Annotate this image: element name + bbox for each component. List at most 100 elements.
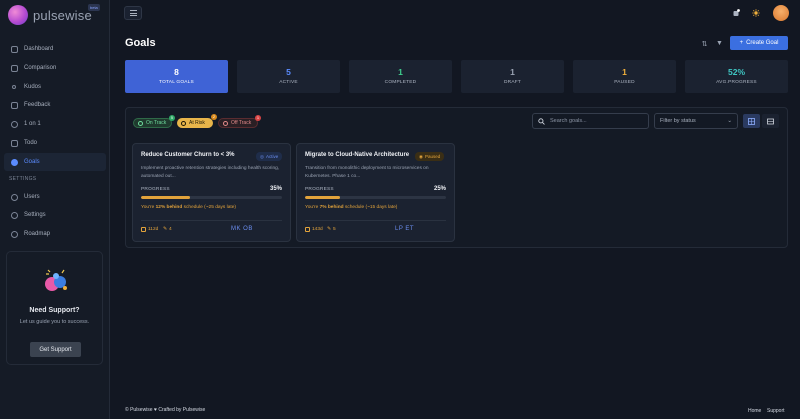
- progress-fill: [141, 196, 191, 199]
- one-on-one-icon: [11, 120, 18, 128]
- theme-sun-icon[interactable]: [752, 9, 760, 17]
- filter-on-track[interactable]: On Track 5: [133, 115, 175, 128]
- sidebar-item-users[interactable]: Users: [4, 188, 106, 206]
- roadmap-icon: [11, 230, 18, 238]
- sidebar-item-1on1[interactable]: 1 on 1: [4, 115, 106, 133]
- search-box[interactable]: [532, 113, 649, 129]
- filter-at-risk[interactable]: At Risk 2: [177, 114, 217, 128]
- plus-icon: +: [739, 40, 744, 46]
- notification-bell-icon[interactable]: [732, 9, 740, 17]
- sidebar-item-label: Users: [24, 194, 40, 200]
- stat-active[interactable]: 5 ACTIVE: [237, 60, 340, 93]
- users-icon: [11, 193, 18, 201]
- sidebar-item-feedback[interactable]: Feedback: [4, 96, 106, 114]
- behind-amount: 7% behind: [319, 205, 344, 210]
- stat-value: 5: [286, 67, 291, 77]
- goal-card[interactable]: Reduce Customer Churn to < 3% ◎ Active I…: [132, 143, 291, 242]
- sidebar-item-label: Goals: [24, 159, 40, 165]
- sidebar-item-settings[interactable]: Settings: [4, 206, 106, 224]
- status-filter-select[interactable]: Filter by status ⌄: [654, 113, 738, 129]
- calendar-icon: [141, 227, 146, 232]
- create-goal-button[interactable]: + Create Goal: [730, 36, 788, 50]
- on-track-icon: [138, 120, 143, 126]
- filter-icon[interactable]: ▼: [714, 38, 725, 49]
- list-view-button[interactable]: [762, 114, 779, 128]
- support-text: Let us guide you to success.: [19, 319, 90, 325]
- sort-icon[interactable]: ⇅: [699, 38, 710, 49]
- menu-icon: [129, 10, 137, 11]
- divider: [305, 220, 446, 221]
- sidebar-item-label: Feedback: [24, 102, 51, 108]
- sidebar-item-label: 1 on 1: [24, 121, 41, 127]
- grid-view-button[interactable]: [743, 114, 760, 128]
- get-support-button[interactable]: Get Support: [30, 342, 81, 357]
- menu-toggle-button[interactable]: [124, 6, 142, 20]
- stat-paused[interactable]: 1 PAUSED: [573, 60, 676, 93]
- dashboard-icon: [11, 45, 18, 53]
- app-logo[interactable]: pulsewise: [8, 5, 92, 25]
- stat-completed[interactable]: 1 COMPLETED: [349, 60, 452, 93]
- sidebar-item-roadmap[interactable]: Roadmap: [4, 225, 106, 243]
- schedule-status: You're 12% behind schedule (~25 days lat…: [141, 205, 236, 210]
- app-name: pulsewise: [33, 7, 92, 23]
- calendar-icon: [305, 227, 310, 232]
- support-card: Need Support? Let us guide you to succes…: [6, 251, 103, 365]
- goal-comments: ✎ 5: [327, 227, 336, 232]
- stat-draft[interactable]: 1 DRAFT: [461, 60, 564, 93]
- search-icon: [538, 117, 545, 125]
- divider: [141, 220, 282, 221]
- grid-icon: [748, 117, 755, 125]
- sidebar-item-label: Settings: [24, 212, 46, 218]
- page-title: Goals: [125, 37, 156, 49]
- goal-description: Implement proactive retention strategies…: [141, 166, 280, 180]
- status-label: Active: [265, 154, 279, 159]
- schedule-status: You're 7% behind schedule (~15 days late…: [305, 205, 398, 210]
- stat-total-goals[interactable]: 8 TOTAL GOALS: [125, 60, 228, 93]
- comment-icon: ✎: [327, 227, 332, 232]
- kudos-icon: [12, 85, 16, 89]
- sidebar-item-comparison[interactable]: Comparison: [4, 59, 106, 77]
- filter-off-track[interactable]: Off Track 1: [218, 115, 261, 128]
- sidebar-item-dashboard[interactable]: Dashboard: [4, 40, 106, 58]
- stat-value: 1: [510, 67, 515, 77]
- comparison-icon: [11, 64, 18, 72]
- goal-comments: ✎ 4: [163, 227, 172, 232]
- create-goal-label: Create Goal: [746, 40, 779, 46]
- progress-bar: [141, 196, 282, 199]
- active-status-icon: ◎: [260, 153, 264, 159]
- goal-days: 112d: [141, 227, 158, 232]
- footer-home-link[interactable]: Home: [748, 408, 761, 414]
- progress-label: PROGRESS: [141, 187, 170, 192]
- goal-owners: LP ET: [395, 226, 415, 232]
- todo-icon: [11, 139, 18, 147]
- sidebar-item-kudos[interactable]: Kudos: [4, 78, 106, 96]
- stat-avg-progress[interactable]: 52% AVG.PROGRESS: [685, 60, 788, 93]
- stat-value: 1: [398, 67, 403, 77]
- stat-label: PAUSED: [614, 80, 635, 85]
- footer-support-link[interactable]: Support: [767, 408, 785, 414]
- sidebar-item-label: Dashboard: [24, 46, 54, 52]
- search-input[interactable]: [550, 118, 640, 124]
- filter-label: On Track: [146, 120, 167, 126]
- progress-fill: [305, 196, 341, 199]
- sidebar: pulsewise beta Dashboard Comparison Kudo…: [0, 0, 110, 419]
- progress-value: 35%: [269, 186, 282, 192]
- user-avatar[interactable]: [773, 5, 789, 21]
- settings-icon: [11, 211, 18, 219]
- stat-label: TOTAL GOALS: [159, 80, 194, 85]
- sidebar-item-goals[interactable]: Goals: [4, 153, 106, 171]
- filter-label: Off Track: [231, 120, 252, 126]
- stat-label: ACTIVE: [279, 80, 298, 85]
- sidebar-item-todo[interactable]: Todo: [4, 134, 106, 152]
- progress-bar: [305, 196, 446, 199]
- filter-count: 5: [169, 115, 175, 121]
- stat-label: AVG.PROGRESS: [716, 80, 757, 85]
- list-icon: [767, 118, 774, 124]
- sidebar-item-label: Kudos: [24, 84, 42, 90]
- support-title: Need Support?: [29, 307, 80, 314]
- beta-badge: beta: [88, 4, 100, 11]
- filter-count: 2: [211, 114, 217, 120]
- support-illustration-icon: [45, 269, 67, 291]
- status-badge: ◉ Paused: [415, 152, 445, 161]
- goal-card[interactable]: Migrate to Cloud-Native Architecture ◉ P…: [296, 143, 455, 242]
